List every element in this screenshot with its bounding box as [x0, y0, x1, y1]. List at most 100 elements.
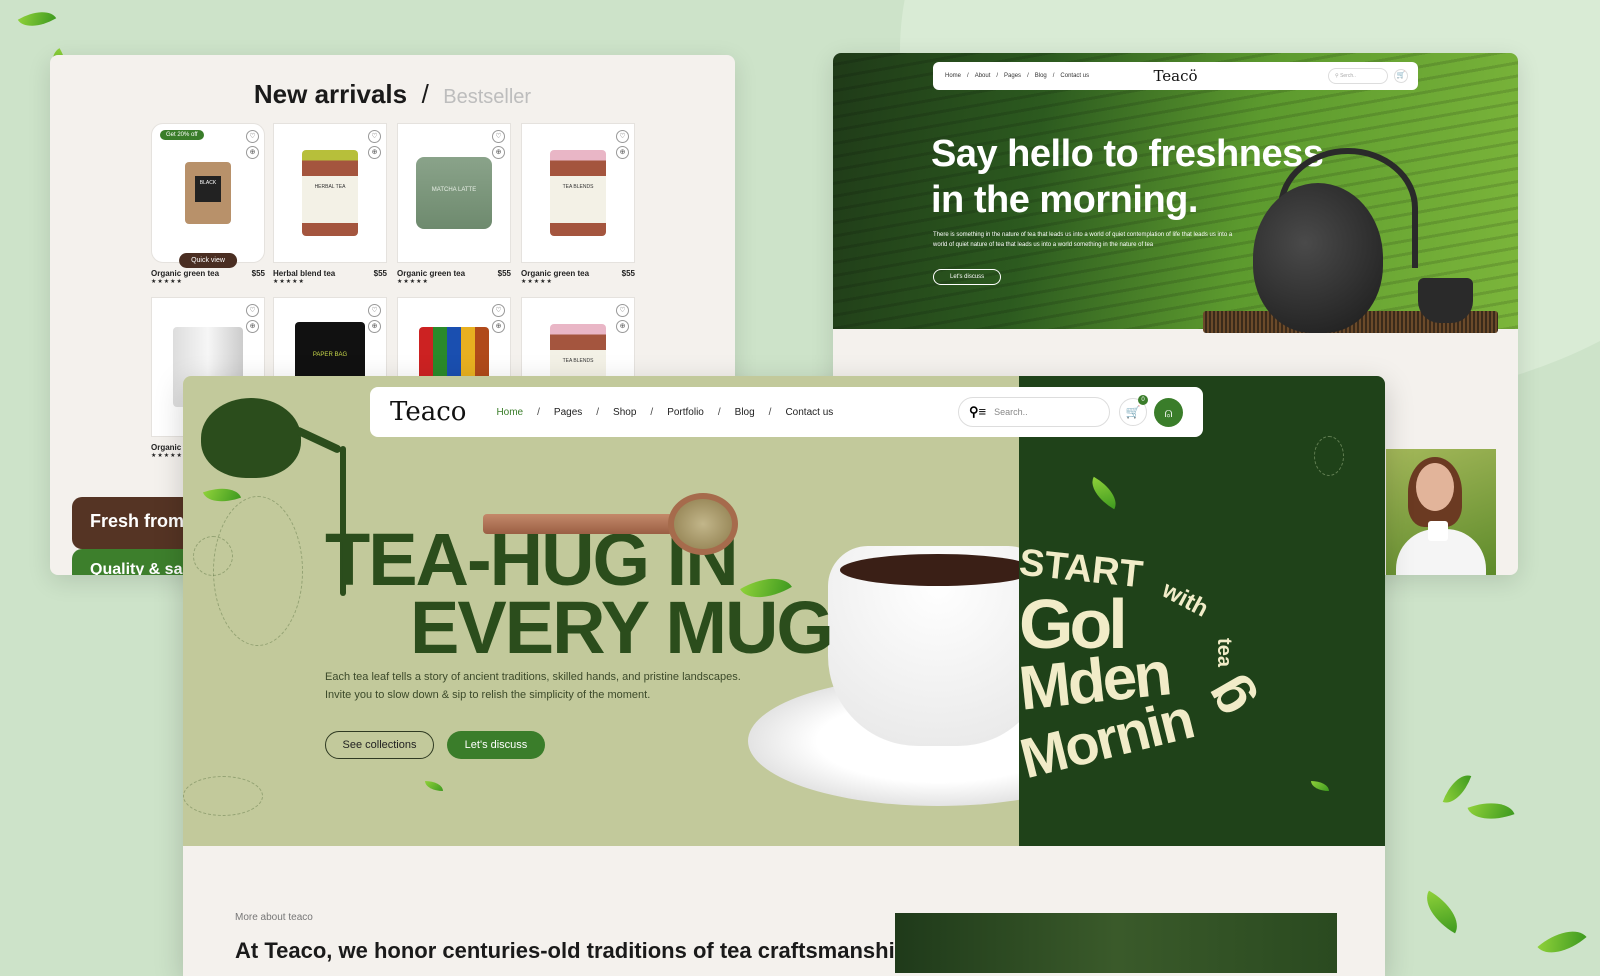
heart-icon[interactable]: ♡	[616, 304, 629, 317]
jar-image: TEA BLENDS	[550, 150, 606, 236]
nav-about[interactable]: About	[975, 73, 991, 79]
main-navbar: Teaco Home / Pages / Shop / Portfolio / …	[370, 387, 1203, 437]
dashed-path	[213, 496, 303, 646]
about-heading: At Teaco, we honor centuries-old traditi…	[235, 938, 909, 963]
product-tabs: New arrivals / Bestseller	[50, 79, 735, 110]
coffee-cup-image	[828, 546, 1048, 746]
nav-shop[interactable]: Shop	[613, 407, 636, 418]
heart-icon[interactable]: ♡	[246, 130, 259, 143]
jar-image: HERBAL TEA	[302, 150, 358, 236]
tin-image: MATCHA LATTE	[416, 157, 492, 229]
dashed-path	[1314, 436, 1344, 476]
search-icon: ⚲≡	[969, 404, 987, 419]
search-input[interactable]: ⚲ Serch..	[1328, 68, 1388, 84]
nav-blog[interactable]: Blog	[1035, 73, 1047, 79]
rating-stars: ★★★★★	[151, 279, 183, 285]
dashed-path	[193, 536, 233, 576]
product-image[interactable]: ♡ ⊕ MATCHA LATTE	[397, 123, 511, 263]
rating-stars: ★★★★★	[397, 279, 429, 285]
product-name[interactable]: Organic green tea	[397, 269, 465, 278]
tab-separator: /	[421, 79, 429, 109]
heart-icon[interactable]: ♡	[492, 130, 505, 143]
user-icon: ⍝	[1164, 404, 1173, 420]
search-placeholder: Serch..	[1340, 73, 1356, 79]
hero2-nav-links: Home / About / Pages / Blog / Contact us	[945, 73, 1089, 79]
nav-pages[interactable]: Pages	[554, 407, 582, 418]
nav-separator: /	[1052, 73, 1055, 79]
heart-icon[interactable]: ♡	[368, 130, 381, 143]
lets-discuss-button[interactable]: Let's discuss	[933, 269, 1002, 285]
nav-home[interactable]: Home	[496, 407, 523, 418]
nav-blog[interactable]: Blog	[735, 407, 755, 418]
forest-image	[895, 913, 1337, 973]
nav-separator: /	[596, 406, 600, 418]
basket-icon[interactable]: ⊕	[616, 146, 629, 159]
tagline-word: with	[1157, 576, 1213, 623]
product-name[interactable]: Organic green tea	[151, 269, 219, 278]
heart-icon[interactable]: ♡	[616, 130, 629, 143]
hero-headline: TEA-HUG IN EVERY MUG	[325, 523, 834, 669]
nav-separator: /	[1027, 73, 1029, 79]
basket-icon[interactable]: ⊕	[368, 320, 381, 333]
basket-icon[interactable]: ⊕	[246, 320, 259, 333]
title-line: Say hello to freshness	[931, 133, 1324, 175]
product-image[interactable]: Get 20% off ♡ ⊕ BLACK Quick view	[151, 123, 265, 268]
wooden-spoon-image	[483, 514, 673, 534]
nav-separator: /	[996, 73, 999, 79]
product-name[interactable]: Herbal blend tea	[273, 269, 335, 278]
see-collections-button[interactable]: See collections	[325, 731, 434, 759]
hero2-title: Say hello to freshness in the morning.	[931, 131, 1324, 223]
cart-icon: 🛒	[1125, 405, 1141, 419]
heart-icon[interactable]: ♡	[492, 304, 505, 317]
cart-icon[interactable]: 🛒	[1394, 69, 1408, 83]
product-image[interactable]: ♡ ⊕ TEA BLENDS	[521, 123, 635, 263]
basket-icon[interactable]: ⊕	[616, 320, 629, 333]
basket-icon[interactable]: ⊕	[492, 146, 505, 159]
product-card[interactable]: ♡ ⊕ MATCHA LATTE Organic green tea $55 ★★…	[397, 123, 511, 285]
leaf-decoration	[17, 2, 57, 36]
woman-with-mug-image	[1386, 449, 1496, 575]
nav-contact[interactable]: Contact us	[1060, 73, 1089, 79]
teapot-silhouette-icon	[201, 398, 301, 478]
nav-separator: /	[967, 73, 969, 79]
product-name[interactable]: Organic green tea	[521, 269, 589, 278]
leaf-decoration	[1442, 769, 1472, 809]
product-price: $55	[497, 269, 511, 278]
nav-portfolio[interactable]: Portfolio	[667, 407, 704, 418]
product-card[interactable]: ♡ ⊕ HERBAL TEA Herbal blend tea $55 ★★★★★	[273, 123, 387, 285]
discount-badge: Get 20% off	[160, 130, 204, 140]
tab-new-arrivals[interactable]: New arrivals	[254, 79, 407, 109]
basket-icon[interactable]: ⊕	[246, 146, 259, 159]
nav-pages[interactable]: Pages	[1004, 73, 1021, 79]
product-price: $55	[373, 269, 387, 278]
user-account-button[interactable]: ⍝	[1154, 397, 1183, 427]
logo[interactable]: Teaco	[390, 397, 466, 427]
product-card[interactable]: ♡ ⊕ TEA BLENDS Organic green tea $55 ★★★★…	[521, 123, 635, 285]
cart-button[interactable]: 🛒 0	[1119, 395, 1148, 426]
leaf-decoration	[1084, 476, 1124, 510]
nav-separator: /	[537, 406, 540, 418]
main-nav-links: Home / Pages / Shop / Portfolio / Blog /…	[496, 407, 833, 418]
nav-contact[interactable]: Contact us	[785, 407, 833, 418]
headline-line: EVERY MUG	[410, 586, 834, 669]
description-line: Invite you to slow down & sip to relish …	[325, 689, 651, 701]
search-input[interactable]: ⚲≡ Search..	[958, 397, 1110, 427]
nav-separator: /	[650, 406, 654, 418]
basket-icon[interactable]: ⊕	[368, 146, 381, 159]
logo[interactable]: Teacö	[1153, 67, 1197, 85]
tagline-word: tea	[1212, 638, 1235, 667]
leaf-decoration	[1416, 890, 1468, 934]
lets-discuss-button[interactable]: Let's discuss	[447, 731, 545, 759]
nav-home[interactable]: Home	[945, 73, 961, 79]
search-placeholder: Search..	[994, 407, 1028, 417]
dashed-path	[183, 776, 263, 816]
tab-bestseller[interactable]: Bestseller	[443, 86, 531, 108]
hero2-description: There is something in the nature of tea …	[933, 232, 1233, 248]
quick-view-button[interactable]: Quick view	[179, 253, 237, 268]
cardamom-spoon-image	[668, 493, 738, 555]
product-image[interactable]: ♡ ⊕ HERBAL TEA	[273, 123, 387, 263]
heart-icon[interactable]: ♡	[368, 304, 381, 317]
product-card[interactable]: Get 20% off ♡ ⊕ BLACK Quick view Organic…	[151, 123, 265, 285]
basket-icon[interactable]: ⊕	[492, 320, 505, 333]
heart-icon[interactable]: ♡	[246, 304, 259, 317]
